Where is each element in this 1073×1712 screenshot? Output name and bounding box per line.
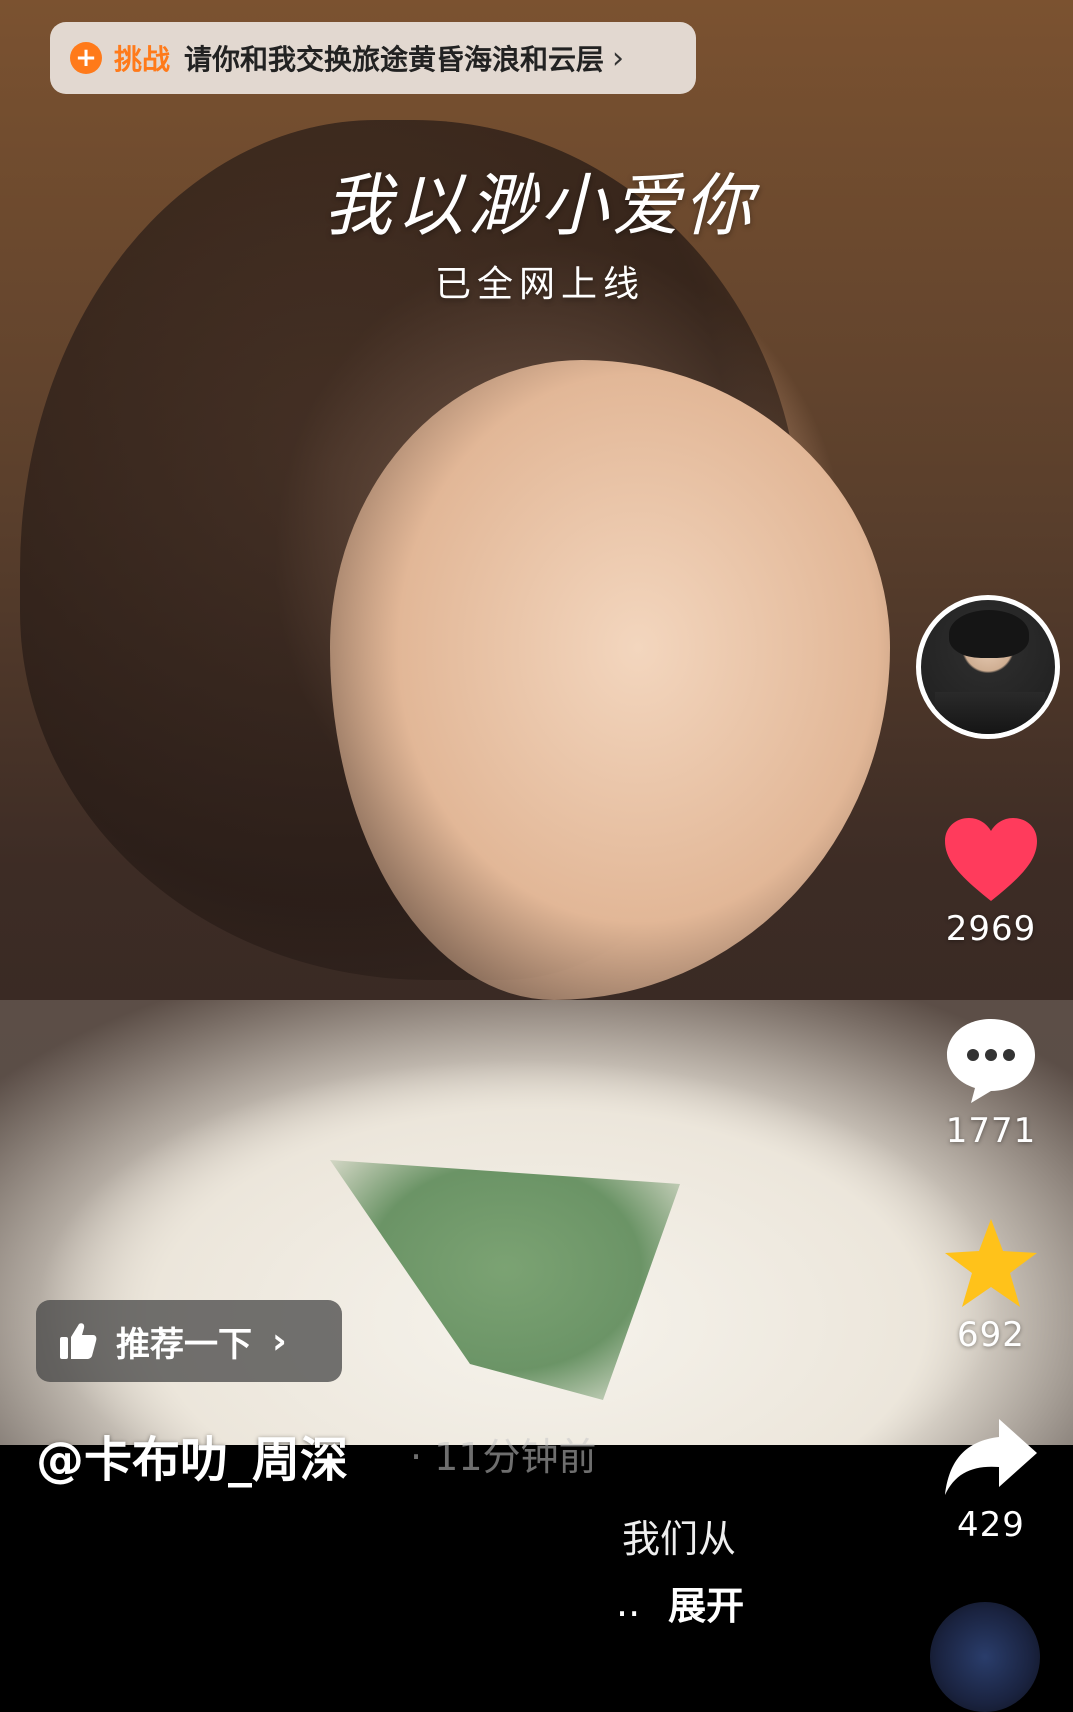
star-icon [945, 1219, 1037, 1307]
favorite-button[interactable]: 692 [916, 1215, 1066, 1355]
music-disc[interactable] [930, 1602, 1040, 1712]
expand-button[interactable]: 展开 [668, 1575, 744, 1630]
comment-button[interactable]: 1771 [916, 1015, 1066, 1151]
post-time: · 11分钟前 [410, 1435, 597, 1479]
chevron-right-icon: › [272, 1320, 287, 1362]
recommend-label: 推荐一下 [116, 1324, 252, 1365]
comment-count: 1771 [945, 1111, 1037, 1151]
heart-icon [945, 818, 1037, 901]
video-overlay-title: 我以渺小爱你 [323, 167, 756, 246]
author-name[interactable]: @卡布叻_周深 [36, 1420, 348, 1490]
like-button[interactable]: 2969 [916, 815, 1066, 949]
author-avatar[interactable] [916, 595, 1060, 739]
favorite-count: 692 [957, 1315, 1025, 1355]
challenge-title: 请你和我交换旅途黄昏海浪和云层 [184, 43, 605, 76]
share-count: 429 [957, 1505, 1025, 1545]
plus-circle-icon: + [70, 42, 102, 74]
share-button[interactable]: 429 [916, 1415, 1066, 1545]
like-count: 2969 [945, 909, 1037, 949]
comment-bubble-icon [947, 1019, 1035, 1103]
video-content-face [330, 360, 890, 1000]
caption-expand-row: .. 展开 [616, 1575, 744, 1630]
recommend-button[interactable]: 推荐一下 › [36, 1300, 342, 1382]
caption-ellipsis: .. [616, 1580, 641, 1625]
challenge-tag: 挑战 [114, 43, 171, 76]
share-arrow-icon [945, 1419, 1037, 1495]
challenge-banner[interactable]: + 挑战 请你和我交换旅途黄昏海浪和云层 › [50, 22, 696, 94]
video-overlay-subtitle: 已全网上线 [434, 264, 645, 305]
chevron-right-icon: › [612, 40, 625, 76]
post-caption: 我们从 [622, 1517, 737, 1561]
thumbs-up-icon [60, 1323, 97, 1359]
